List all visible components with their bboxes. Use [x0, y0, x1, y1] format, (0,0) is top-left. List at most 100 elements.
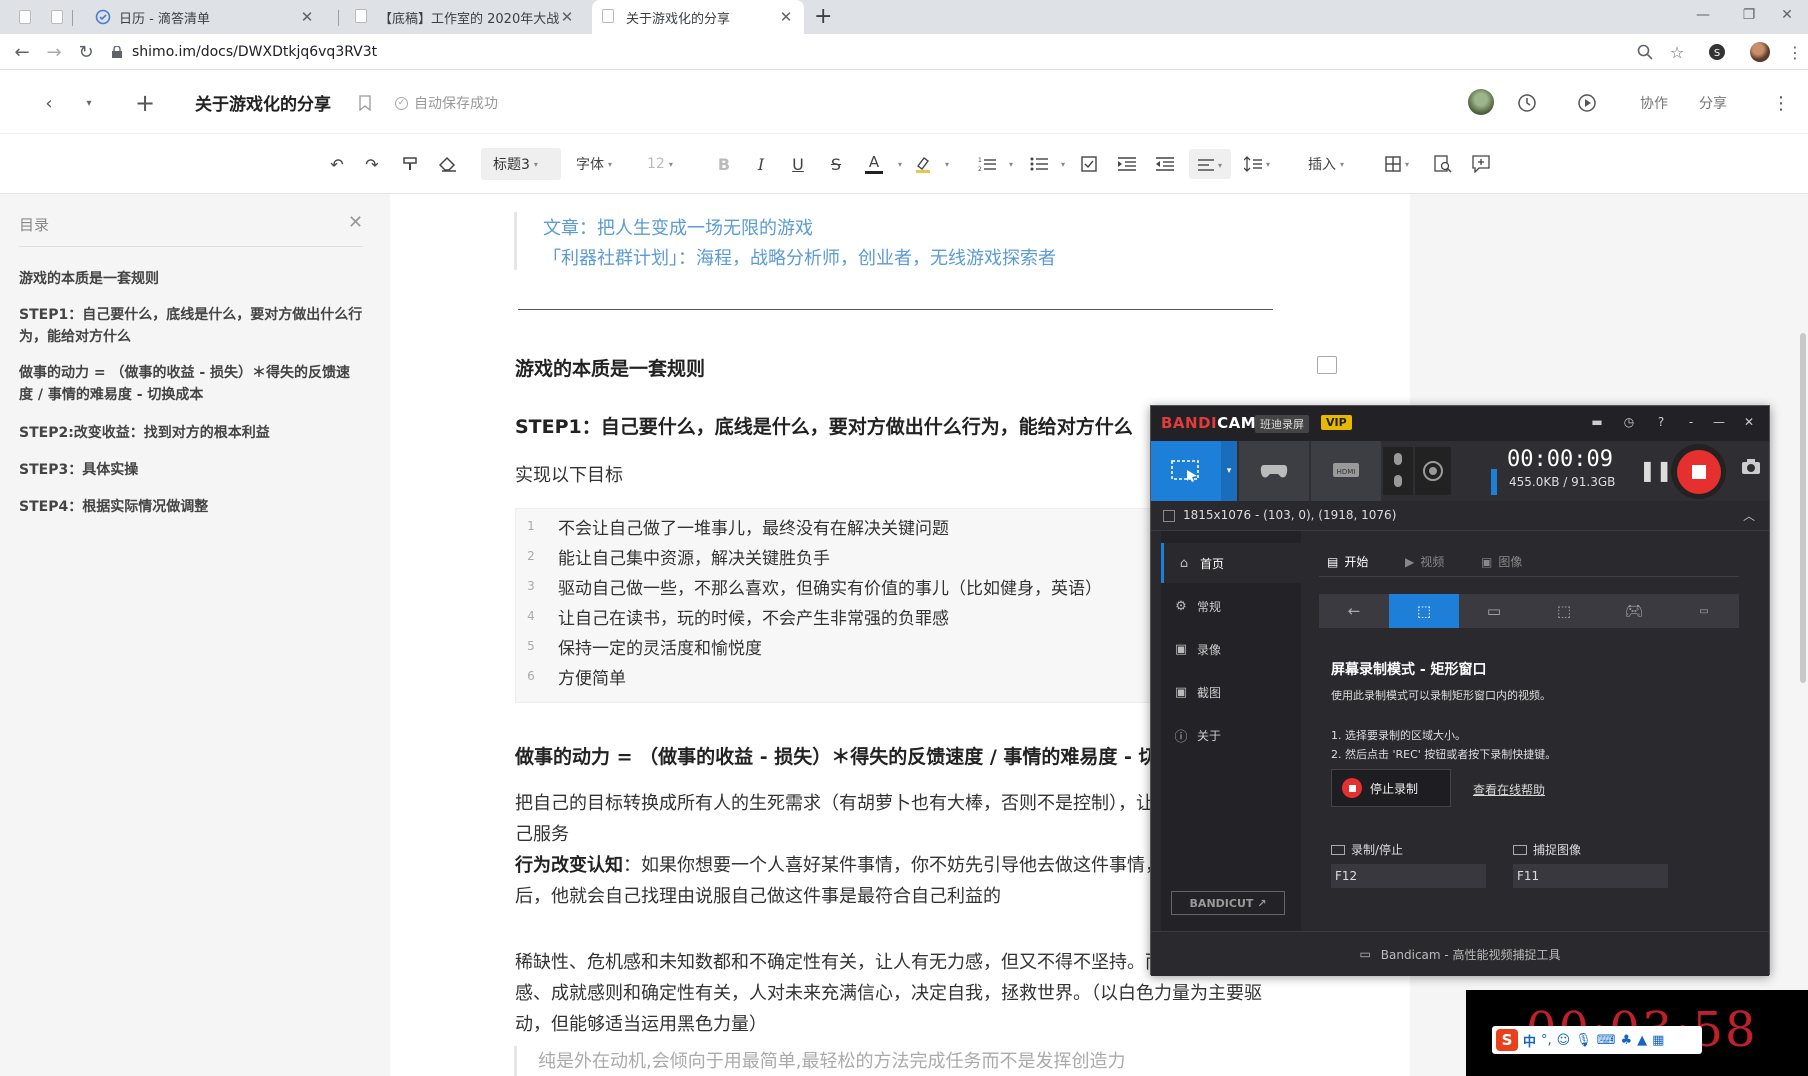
pinned-tab-1[interactable]: [14, 6, 36, 28]
nav-image[interactable]: ▣ 截图: [1161, 672, 1301, 712]
ordered-list-icon[interactable]: 12: [976, 152, 998, 176]
checklist-icon[interactable]: [1078, 152, 1100, 176]
region-mode-icon[interactable]: ⬚: [1529, 594, 1599, 628]
back-button[interactable]: ←: [10, 40, 34, 64]
comment-icon[interactable]: [1317, 356, 1337, 374]
tab-gamification[interactable]: 关于游戏化的分享 ✕: [592, 0, 804, 34]
bookmark-icon[interactable]: [352, 90, 378, 116]
table-icon[interactable]: ▾: [1382, 152, 1412, 176]
share-button[interactable]: 分享: [1699, 93, 1727, 113]
format-painter-icon[interactable]: [398, 152, 422, 176]
nav-video[interactable]: ▣ 录像: [1161, 629, 1301, 669]
present-icon[interactable]: [1574, 90, 1600, 116]
font-size-select[interactable]: 12 ▾: [647, 152, 673, 176]
rectangle-mode-icon[interactable]: ⬚: [1389, 594, 1459, 628]
back-arrow-icon[interactable]: ←: [1319, 594, 1389, 628]
underline-icon[interactable]: U: [788, 152, 808, 176]
hdmi-mode-button[interactable]: HDMI: [1311, 441, 1381, 501]
region-checkbox[interactable]: [1163, 510, 1175, 522]
keyboard-icon[interactable]: ⌨: [1597, 1033, 1616, 1048]
close-tab-icon[interactable]: ✕: [299, 8, 315, 26]
indent-icon[interactable]: [1116, 152, 1138, 176]
chevron-down-icon[interactable]: ▾: [1221, 441, 1237, 501]
page-scrollbar[interactable]: [1800, 333, 1806, 683]
subtab-start[interactable]: ▤ 开始: [1327, 553, 1368, 570]
toc-item[interactable]: STEP1：自己要什么，底线是什么，要对方做出什么行为，能给对方什么: [19, 304, 364, 348]
find-replace-icon[interactable]: [1432, 152, 1454, 176]
skin-icon[interactable]: ♣: [1621, 1033, 1633, 1048]
history-icon[interactable]: [1514, 90, 1540, 116]
bookmark-star-icon[interactable]: ☆: [1666, 41, 1688, 63]
profile-avatar[interactable]: [1749, 41, 1771, 63]
mic-icon[interactable]: [1383, 447, 1413, 495]
fullscreen-mode-icon[interactable]: ▭: [1459, 594, 1529, 628]
chevron-down-icon[interactable]: ▾: [893, 152, 903, 176]
close-tab-icon[interactable]: ✕: [778, 8, 794, 26]
back-icon[interactable]: ‹: [36, 90, 62, 116]
rectangle-mode-button[interactable]: [1151, 441, 1221, 501]
stop-record-button[interactable]: 停止录制: [1331, 769, 1451, 807]
toc-item[interactable]: STEP2:改变收益：找到对方的根本利益: [19, 422, 364, 444]
help-icon[interactable]: ?: [1651, 412, 1671, 432]
camera-icon[interactable]: [1741, 459, 1761, 475]
minimize-icon[interactable]: —: [1709, 412, 1729, 432]
minimize-button[interactable]: —: [1680, 0, 1726, 30]
mic-icon[interactable]: 🎙︎: [1575, 1033, 1592, 1048]
pinned-tab-2[interactable]: [46, 6, 68, 28]
font-color-icon[interactable]: A: [863, 152, 885, 176]
chevron-down-icon[interactable]: ▾: [1004, 152, 1014, 176]
forward-button[interactable]: →: [42, 40, 66, 64]
undo-icon[interactable]: ↶: [325, 152, 349, 176]
toc-item[interactable]: 做事的动力 = （做事的收益 - 损失）＊得失的反馈速度 / 事情的难易度 - …: [19, 362, 364, 406]
subtab-image[interactable]: ▣ 图像: [1481, 553, 1522, 570]
more-icon[interactable]: ⋮: [1768, 90, 1794, 116]
grid-icon[interactable]: ▦: [1652, 1033, 1664, 1048]
shirt-icon[interactable]: ▲: [1637, 1033, 1647, 1048]
zoom-icon[interactable]: [1634, 41, 1656, 63]
add-comment-icon[interactable]: [1470, 152, 1492, 176]
toc-item[interactable]: STEP3：具体实操: [19, 459, 364, 481]
add-icon[interactable]: +: [132, 89, 158, 117]
font-select[interactable]: 字体 ▾: [576, 152, 612, 176]
record-stop-button[interactable]: [1671, 444, 1726, 499]
nav-about[interactable]: ⓘ 关于: [1161, 715, 1301, 755]
eraser-icon[interactable]: [436, 152, 460, 176]
webcam-icon[interactable]: [1415, 447, 1451, 495]
tab-draft[interactable]: 【底稿】工作室的 2020年大战 ✕: [345, 0, 585, 34]
bandicut-button[interactable]: BANDICUT ↗: [1171, 891, 1285, 915]
close-icon[interactable]: ✕: [348, 212, 363, 233]
subtab-video[interactable]: ▶ 视频: [1405, 553, 1444, 570]
bold-icon[interactable]: B: [714, 152, 734, 176]
emoji-icon[interactable]: ☺: [1557, 1033, 1571, 1048]
pause-icon[interactable]: ❚❚: [1639, 458, 1673, 482]
tab-calendar[interactable]: 日历 - 滴答清单 ✕: [85, 0, 325, 34]
align-select[interactable]: ▾: [1189, 149, 1231, 179]
line-spacing-icon[interactable]: ▾: [1242, 152, 1272, 176]
online-help-link[interactable]: 查看在线帮助: [1473, 781, 1545, 798]
close-icon[interactable]: ✕: [1739, 412, 1759, 432]
address-bar[interactable]: shimo.im/docs/DWXDtkjq6vq3RV3t: [112, 40, 377, 64]
game-mode-button[interactable]: [1239, 441, 1309, 501]
chevron-down-icon[interactable]: ▾: [1056, 152, 1066, 176]
code-block[interactable]: 1 不会让自己做了一堆事儿，最终没有在解决关键问题 2 能让自己集中资源，解决关键胜…: [515, 508, 1175, 703]
strikethrough-icon[interactable]: S: [826, 152, 846, 176]
outdent-icon[interactable]: [1154, 152, 1176, 176]
close-window-button[interactable]: ✕: [1764, 0, 1808, 30]
new-tab-button[interactable]: +: [814, 4, 832, 29]
insert-menu[interactable]: 插入 ▾: [1308, 152, 1344, 176]
folder-icon[interactable]: ▬: [1587, 412, 1607, 432]
redo-icon[interactable]: ↷: [360, 152, 384, 176]
ime-mode[interactable]: 中: [1523, 1031, 1536, 1050]
toc-item[interactable]: STEP4：根据实际情况做调整: [19, 496, 364, 518]
heading-select[interactable]: 标题3 ▾: [481, 148, 561, 180]
punctuation-icon[interactable]: °,: [1541, 1033, 1552, 1048]
italic-icon[interactable]: I: [751, 152, 771, 176]
mini-mode-icon[interactable]: -: [1681, 412, 1701, 432]
close-tab-icon[interactable]: ✕: [559, 8, 575, 26]
collaborate-button[interactable]: 协作: [1640, 93, 1668, 113]
game-mode-icon[interactable]: 🎮︎: [1599, 594, 1669, 628]
toc-item[interactable]: 游戏的本质是一套规则: [19, 268, 364, 290]
chevron-down-icon[interactable]: ▾: [76, 90, 102, 116]
chevron-up-icon[interactable]: ︿: [1743, 507, 1755, 524]
ime-toolbar[interactable]: S 中 °, ☺ 🎙︎ ⌨ ♣ ▲ ▦: [1492, 1026, 1702, 1054]
